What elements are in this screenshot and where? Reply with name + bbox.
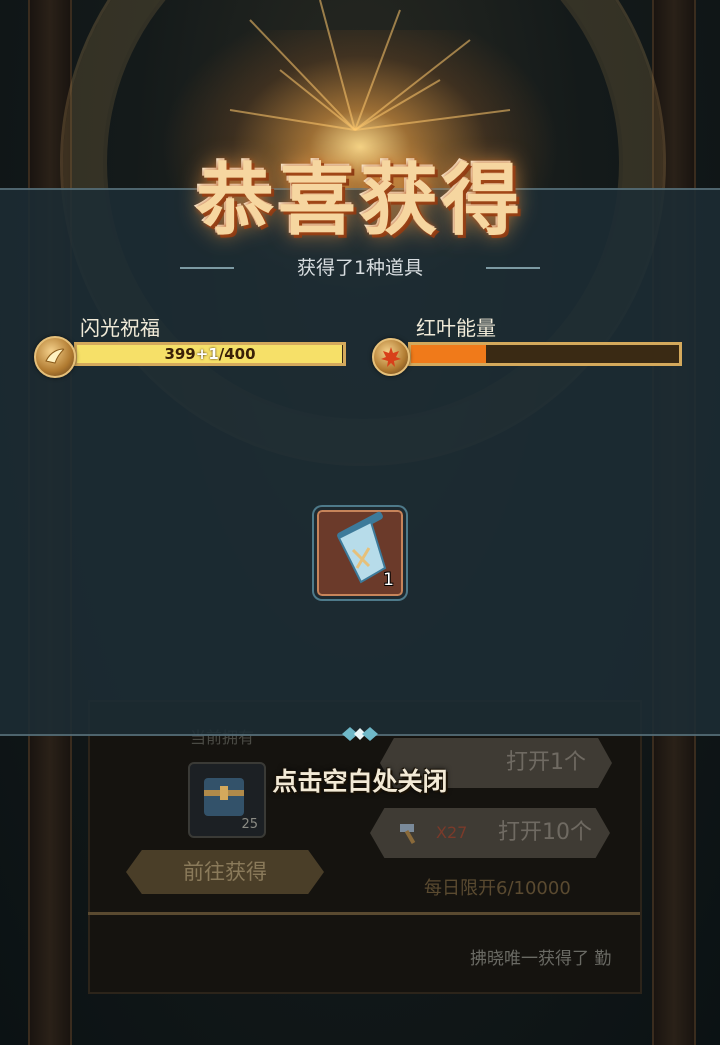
flash-blessing-value: 399+1/400 xyxy=(164,345,256,363)
subtitle-line-right xyxy=(486,267,540,269)
popup-subtitle: 获得了1种道具 xyxy=(296,257,424,279)
broadcast-ticker: 拂晓唯一获得了 勤 xyxy=(470,949,612,969)
redleaf-energy-track xyxy=(408,342,682,366)
redleaf-energy-bar: 红叶能量 xyxy=(372,312,684,378)
subtitle-row: 获得了1种道具 xyxy=(0,254,720,282)
redleaf-energy-label: 红叶能量 xyxy=(416,316,496,340)
golden-wing-icon xyxy=(34,336,76,378)
open-ten-button[interactable]: X27 打开10个 xyxy=(370,808,610,858)
panel-divider xyxy=(88,912,640,915)
tap-to-close-hint[interactable]: 点击空白处关闭 xyxy=(0,762,720,798)
hammer-icon xyxy=(400,824,416,845)
goto-obtain-button[interactable]: 前往获得 xyxy=(126,850,324,894)
reward-item-slot[interactable]: 1 xyxy=(314,507,406,599)
maple-leaf-icon xyxy=(372,338,410,376)
redleaf-energy-fill xyxy=(411,345,487,363)
open-ten-multiplier: X27 xyxy=(436,823,468,842)
item-count: 25 xyxy=(241,817,258,832)
reward-count: 1 xyxy=(383,570,394,590)
open-ten-label: 打开10个 xyxy=(498,820,592,845)
diamond-ornament xyxy=(342,727,378,741)
flash-blessing-track: 399+1/400 xyxy=(74,342,346,366)
flash-blessing-bar: 闪光祝福 399+1/400 xyxy=(34,312,348,378)
popup-title: 恭喜获得 xyxy=(195,155,524,246)
flash-blessing-label: 闪光祝福 xyxy=(80,316,160,340)
daily-limit: 每日限开6/10000 xyxy=(424,878,571,899)
